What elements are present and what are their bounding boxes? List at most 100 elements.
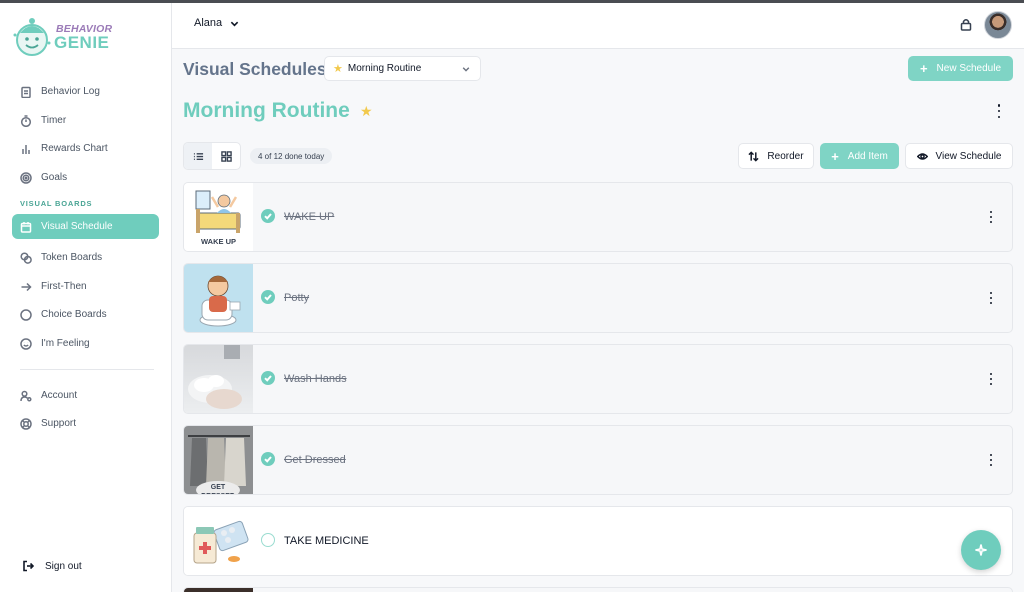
more-dot bbox=[989, 377, 993, 381]
stopwatch-icon bbox=[20, 114, 32, 127]
more-dot bbox=[997, 115, 1001, 118]
list-view-button[interactable] bbox=[184, 143, 212, 169]
grid-icon bbox=[220, 150, 232, 162]
more-dots-icon bbox=[989, 454, 993, 457]
routine-title: Morning Routine bbox=[183, 99, 350, 122]
new-schedule-button[interactable]: + New Schedule bbox=[908, 56, 1013, 81]
potty-thumbnail bbox=[184, 264, 253, 332]
grid-view-button[interactable] bbox=[212, 143, 240, 169]
sidebar-item-choice-boards[interactable]: Choice Boards bbox=[12, 302, 159, 327]
add-item-label: Add Item bbox=[847, 150, 888, 162]
more-dot bbox=[989, 463, 993, 466]
item-label: TAKE MEDICINE bbox=[284, 535, 369, 547]
thumbnail-caption: WAKE UP bbox=[200, 237, 236, 246]
add-item-button[interactable]: + Add Item bbox=[820, 143, 899, 169]
more-dot bbox=[997, 109, 1001, 113]
plus-icon: + bbox=[831, 148, 839, 164]
completed-check-icon[interactable] bbox=[261, 290, 275, 304]
wash-hands-thumbnail bbox=[184, 345, 253, 413]
more-dots-icon bbox=[989, 373, 993, 376]
eye-icon bbox=[916, 152, 928, 160]
sidebar-item-label: Behavior Log bbox=[41, 86, 100, 97]
schedule-item[interactable]: TAKE MEDICINE bbox=[183, 506, 1013, 576]
completed-check-icon[interactable] bbox=[261, 371, 275, 385]
schedule-item[interactable]: WAKE UP WAKE UP bbox=[183, 182, 1013, 252]
item-thumbnail bbox=[184, 588, 253, 592]
sign-out-button[interactable]: Sign out bbox=[22, 560, 82, 572]
item-menu-button[interactable] bbox=[988, 211, 994, 223]
sidebar-item-label: Support bbox=[41, 418, 77, 429]
view-mode-toggle bbox=[183, 142, 241, 170]
item-label: Wash Hands bbox=[284, 373, 347, 385]
new-schedule-label: New Schedule bbox=[936, 63, 1002, 74]
item-menu-button[interactable] bbox=[988, 454, 994, 466]
more-dot bbox=[989, 382, 993, 385]
sidebar-item-rewards-chart[interactable]: Rewards Chart bbox=[12, 136, 159, 161]
progress-badge: 4 of 12 done today bbox=[250, 148, 333, 164]
top-bar: Alana bbox=[172, 3, 1024, 49]
genie-mascot-icon bbox=[13, 18, 51, 56]
sign-out-label: Sign out bbox=[45, 560, 82, 572]
more-dots-icon bbox=[989, 292, 993, 295]
wake-up-thumbnail: WAKE UP bbox=[184, 183, 253, 251]
item-label: WAKE UP bbox=[284, 211, 335, 223]
lock-icon[interactable] bbox=[960, 18, 972, 31]
circle-icon bbox=[20, 308, 32, 321]
sidebar-item-label: Goals bbox=[41, 172, 68, 183]
coins-icon bbox=[20, 251, 32, 264]
arrow-right-icon bbox=[20, 281, 32, 293]
sign-out-icon bbox=[23, 560, 34, 572]
favorite-star-icon[interactable]: ★ bbox=[360, 103, 373, 120]
schedule-item-partial[interactable] bbox=[183, 587, 1013, 592]
item-menu-button[interactable] bbox=[988, 292, 994, 304]
reorder-button[interactable]: Reorder bbox=[738, 143, 814, 169]
incomplete-check-icon[interactable] bbox=[261, 533, 275, 547]
user-switcher[interactable]: Alana bbox=[194, 17, 239, 29]
schedule-select[interactable]: ★ Morning Routine bbox=[324, 56, 481, 81]
sidebar-item-label: Token Boards bbox=[41, 252, 103, 263]
more-dot bbox=[989, 301, 993, 304]
sidebar-item-behavior-log[interactable]: Behavior Log bbox=[12, 79, 159, 104]
sidebar-item-label: First-Then bbox=[41, 281, 87, 292]
sidebar-item-account[interactable]: Account bbox=[12, 383, 159, 408]
more-dots-icon bbox=[989, 211, 993, 214]
avatar[interactable] bbox=[984, 11, 1012, 39]
item-menu-button[interactable] bbox=[988, 373, 994, 385]
sidebar-item-im-feeling[interactable]: I'm Feeling bbox=[12, 331, 159, 356]
more-dot bbox=[989, 458, 993, 462]
brand-name-bottom: GENIE bbox=[54, 33, 110, 52]
completed-check-icon[interactable] bbox=[261, 452, 275, 466]
sidebar-item-visual-schedule[interactable]: Visual Schedule bbox=[12, 214, 159, 239]
brand-logo[interactable]: BEHAVIOR GENIE bbox=[12, 15, 162, 61]
sidebar-item-first-then[interactable]: First-Then bbox=[12, 274, 159, 299]
sidebar-item-label: Visual Schedule bbox=[41, 221, 113, 232]
sidebar-item-label: Timer bbox=[41, 115, 67, 126]
sidebar: BEHAVIOR GENIE Behavior Log Timer Reward… bbox=[0, 3, 172, 592]
sidebar-item-support[interactable]: Support bbox=[12, 411, 159, 436]
plus-icon: + bbox=[919, 61, 928, 76]
user-gear-icon bbox=[20, 390, 32, 402]
schedule-item[interactable]: GET DRESSED Get Dressed bbox=[183, 425, 1013, 495]
sidebar-item-goals[interactable]: Goals bbox=[12, 165, 159, 190]
list-icon bbox=[193, 152, 203, 160]
reorder-arrows-icon bbox=[748, 150, 760, 162]
target-icon bbox=[20, 171, 32, 184]
view-schedule-button[interactable]: View Schedule bbox=[905, 143, 1013, 169]
wash-hands-illustration bbox=[188, 345, 242, 409]
completed-check-icon[interactable] bbox=[261, 209, 275, 223]
item-label: Potty bbox=[284, 292, 310, 304]
medicine-illustration bbox=[193, 520, 249, 564]
sidebar-item-label: Rewards Chart bbox=[41, 143, 108, 154]
schedule-item[interactable]: Potty bbox=[183, 263, 1013, 333]
sidebar-item-timer[interactable]: Timer bbox=[12, 108, 159, 133]
routine-menu-button[interactable] bbox=[993, 104, 1005, 118]
schedule-item[interactable]: Wash Hands bbox=[183, 344, 1013, 414]
sidebar-item-token-boards[interactable]: Token Boards bbox=[12, 245, 159, 270]
more-dot bbox=[989, 296, 993, 300]
more-dot bbox=[989, 215, 993, 219]
reorder-label: Reorder bbox=[767, 150, 804, 162]
take-medicine-thumbnail bbox=[184, 507, 253, 575]
page-title: Visual Schedules bbox=[183, 59, 327, 79]
assistant-fab-button[interactable] bbox=[961, 530, 1001, 570]
schedule-select-value: Morning Routine bbox=[347, 63, 422, 74]
